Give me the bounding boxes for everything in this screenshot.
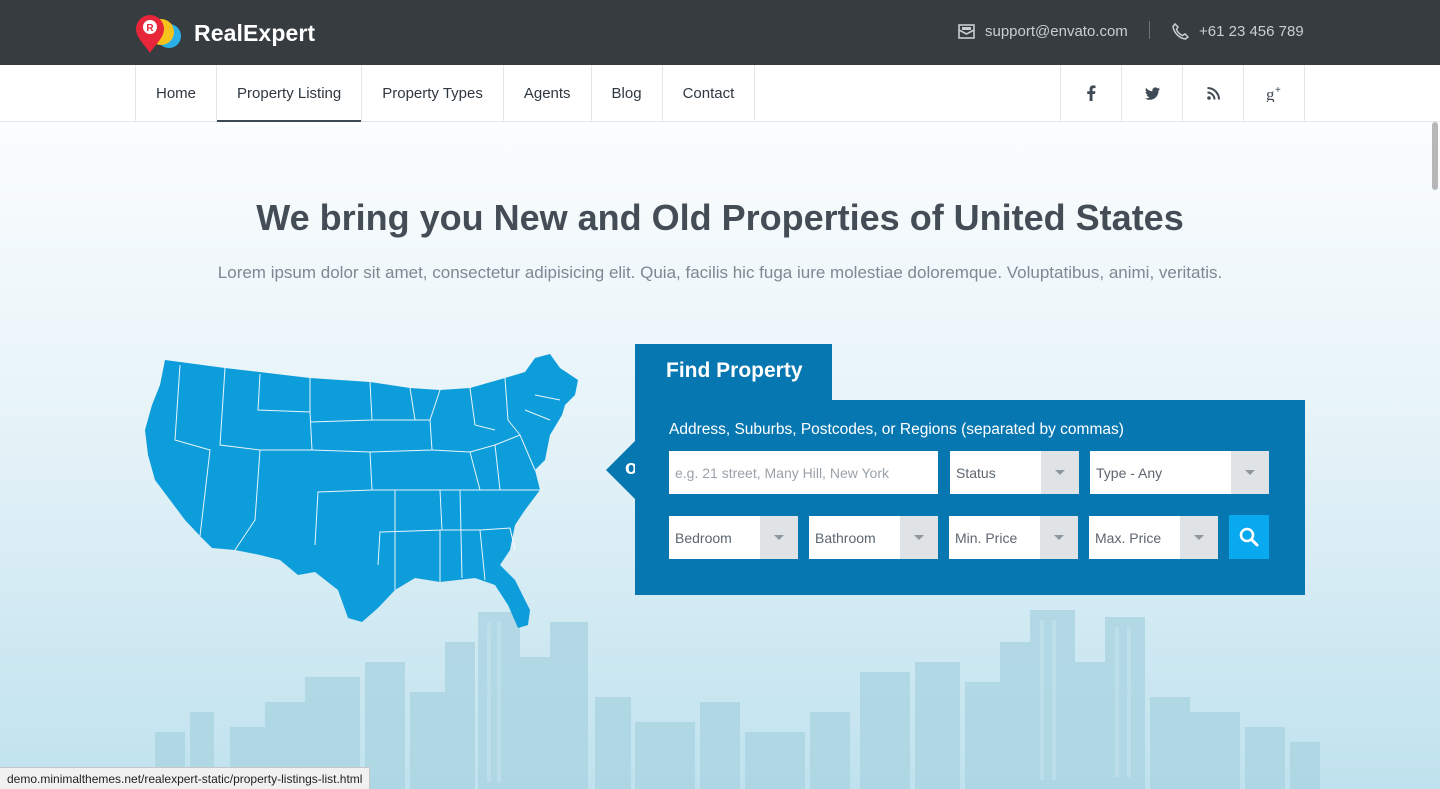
svg-text:R: R	[146, 23, 154, 34]
logo-icon: R	[135, 13, 183, 53]
mail-icon	[958, 23, 975, 39]
max-price-select[interactable]: Max. Price	[1089, 516, 1218, 559]
support-phone-text: +61 23 456 789	[1199, 22, 1304, 40]
address-search-input[interactable]	[669, 451, 938, 494]
page-scrollbar[interactable]	[1432, 122, 1438, 190]
logo[interactable]: R RealExpert	[135, 13, 315, 53]
google-plus-button[interactable]: g +	[1244, 65, 1305, 121]
hero-subtitle: Lorem ipsum dolor sit amet, consectetur …	[217, 263, 1223, 282]
status-select-value: Status	[956, 464, 996, 481]
max-price-select-value: Max. Price	[1095, 529, 1162, 546]
city-skyline-illustration	[155, 610, 1320, 789]
nav-property-listing[interactable]: Property Listing	[217, 65, 363, 122]
find-property-tab[interactable]: Find Property	[635, 344, 832, 401]
top-bar: R RealExpert support@envato.com +61 23 4…	[0, 0, 1440, 65]
header-divider	[1149, 21, 1150, 39]
search-button[interactable]	[1229, 515, 1269, 559]
type-select[interactable]: Type - Any	[1090, 451, 1269, 494]
chevron-down-icon	[900, 516, 938, 559]
bedroom-select-value: Bedroom	[675, 529, 732, 546]
google-plus-icon: g +	[1266, 85, 1281, 102]
nav-home[interactable]: Home	[136, 65, 218, 121]
type-select-value: Type - Any	[1096, 464, 1163, 481]
rss-button[interactable]	[1183, 65, 1244, 121]
main-menu: Home Property Listing Property Types Age…	[135, 65, 756, 122]
brand-name: RealExpert	[194, 19, 316, 46]
hero-title: We bring you New and Old Properties of U…	[256, 197, 1184, 238]
phone-icon	[1172, 22, 1189, 40]
chevron-down-icon	[1040, 516, 1078, 559]
nav-agents[interactable]: Agents	[504, 65, 592, 121]
hero-section: We bring you New and Old Properties of U…	[0, 122, 1440, 789]
support-email-text: support@envato.com	[985, 22, 1128, 40]
svg-text:+: +	[1275, 85, 1281, 96]
search-icon	[1239, 527, 1259, 547]
support-phone[interactable]: +61 23 456 789	[1172, 20, 1304, 42]
rss-icon	[1206, 86, 1220, 100]
social-links: g +	[1060, 65, 1305, 121]
nav-blog[interactable]: Blog	[592, 65, 663, 121]
chevron-down-icon	[1231, 451, 1269, 494]
us-map-illustration[interactable]	[140, 350, 590, 630]
twitter-button[interactable]	[1122, 65, 1183, 121]
status-select[interactable]: Status	[950, 451, 1079, 494]
address-field-label: Address, Suburbs, Postcodes, or Regions …	[669, 421, 1124, 438]
chevron-down-icon	[1041, 451, 1079, 494]
min-price-select[interactable]: Min. Price	[949, 516, 1078, 559]
facebook-icon	[1087, 85, 1096, 101]
nav-contact[interactable]: Contact	[663, 65, 756, 121]
bedroom-select[interactable]: Bedroom	[669, 516, 798, 559]
chevron-down-icon	[760, 516, 798, 559]
bathroom-select[interactable]: Bathroom	[809, 516, 938, 559]
support-email[interactable]: support@envato.com	[958, 20, 1128, 42]
browser-status-url: demo.minimalthemes.net/realexpert-static…	[0, 767, 371, 789]
chevron-down-icon	[1180, 516, 1218, 559]
svg-text:g: g	[1266, 85, 1275, 102]
bathroom-select-value: Bathroom	[815, 529, 876, 546]
min-price-select-value: Min. Price	[955, 529, 1018, 546]
property-search-panel: Address, Suburbs, Postcodes, or Regions …	[635, 400, 1305, 595]
nav-property-types[interactable]: Property Types	[362, 65, 504, 121]
facebook-button[interactable]	[1061, 65, 1122, 121]
main-navbar: Home Property Listing Property Types Age…	[0, 65, 1440, 122]
twitter-icon	[1144, 86, 1160, 100]
